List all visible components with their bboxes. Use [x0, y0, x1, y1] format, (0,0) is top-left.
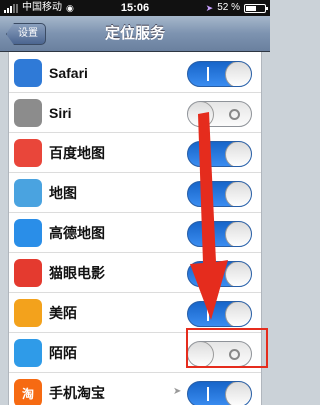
annotation-arrow-shape: [190, 112, 228, 320]
annotation-highlight-box: [186, 328, 268, 368]
